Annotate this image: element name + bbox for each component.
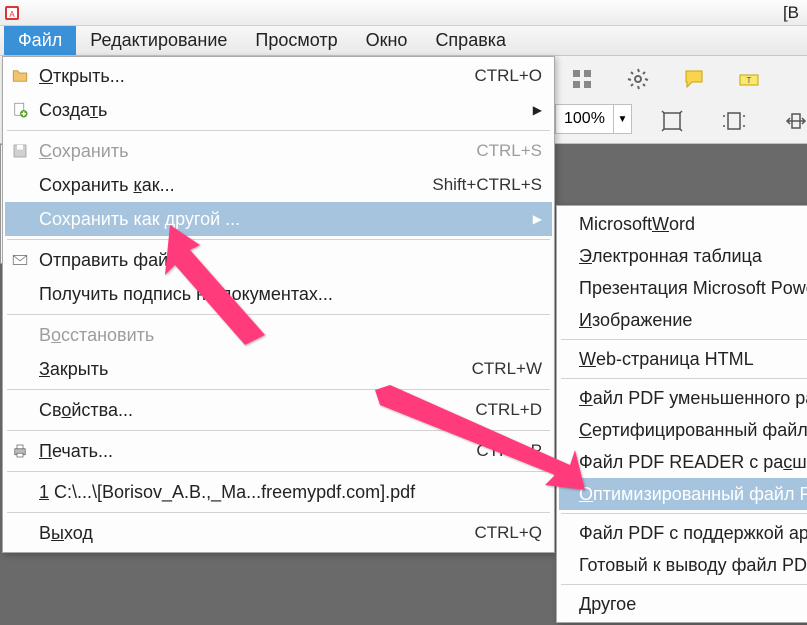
menu-item-label: Выход — [39, 523, 462, 544]
menu-item-label: Печать... — [39, 441, 464, 462]
menu-item[interactable]: Печать... CTRL+P — [5, 434, 552, 468]
menu-edit[interactable]: Редактирование — [76, 26, 241, 55]
menu-item-shortcut: CTRL+S — [476, 141, 542, 161]
menu-item-label: Сохранить — [39, 141, 464, 162]
customize-toolbar-icon[interactable] — [565, 62, 599, 96]
menu-window[interactable]: Окно — [352, 26, 422, 55]
submenu-item[interactable]: Презентация Microsoft PowerPoint — [559, 272, 807, 304]
blank-icon — [9, 324, 31, 346]
zoom-value: 100% — [556, 110, 613, 128]
submenu-arrow-icon: ▶ — [533, 212, 542, 226]
submenu-item[interactable]: Электронная таблица — [559, 240, 807, 272]
select-tool-icon[interactable] — [655, 104, 689, 138]
menu-item-shortcut: CTRL+D — [475, 400, 542, 420]
submenu-item[interactable]: Файл PDF с поддержкой архивации — [559, 517, 807, 549]
folder-icon — [9, 65, 31, 87]
blank-icon — [9, 481, 31, 503]
fit-width-icon[interactable] — [779, 104, 807, 138]
file-menu-dropdown: Открыть...CTRL+OСоздать▶СохранитьCTRL+SС… — [2, 56, 555, 553]
menu-item-label: 1 C:\...\[Borisov_A.B.,_Ma...freemypdf.c… — [39, 482, 542, 503]
submenu-item[interactable]: Файл PDF READER с расширенными возможнос… — [559, 446, 807, 478]
menu-item-label: Закрыть — [39, 359, 460, 380]
menu-item[interactable]: Выход CTRL+Q — [5, 516, 552, 550]
blank-icon — [9, 174, 31, 196]
fit-page-icon[interactable] — [717, 104, 751, 138]
menu-item-label: Открыть... — [39, 66, 462, 87]
print-icon — [9, 440, 31, 462]
menu-item: Сохранить CTRL+S — [5, 134, 552, 168]
menu-item[interactable]: Закрыть CTRL+W — [5, 352, 552, 386]
menu-view[interactable]: Просмотр — [241, 26, 351, 55]
titlebar: A [В — [0, 0, 807, 26]
menu-item-label: Восстановить — [39, 325, 542, 346]
menu-item[interactable]: 1 C:\...\[Borisov_A.B.,_Ma...freemypdf.c… — [5, 475, 552, 509]
menu-item: Восстановить — [5, 318, 552, 352]
save-as-other-submenu: Microsoft WordЭлектронная таблицаПрезент… — [556, 205, 807, 623]
menu-item-shortcut: CTRL+P — [476, 441, 542, 461]
submenu-item[interactable]: Файл PDF уменьшенного размера — [559, 382, 807, 414]
submenu-item[interactable]: Web-страница HTML — [559, 343, 807, 375]
menu-item-label: Сохранить как... — [39, 175, 420, 196]
svg-text:A: A — [9, 10, 15, 19]
menu-item-label: Создать — [39, 100, 525, 121]
menu-item[interactable]: Открыть... CTRL+O — [5, 59, 552, 93]
menu-item-label: Отправить файл... — [39, 250, 542, 271]
menu-file[interactable]: Файл — [4, 26, 76, 55]
submenu-item[interactable]: Изображение — [559, 304, 807, 336]
mail-icon — [9, 249, 31, 271]
zoom-dropdown-icon[interactable]: ▼ — [613, 105, 631, 133]
submenu-item[interactable]: Сертифицированный файл PDF — [559, 414, 807, 446]
menu-item-shortcut: Shift+CTRL+S — [432, 175, 542, 195]
submenu-item[interactable]: Оптимизированный файл PDF — [559, 478, 807, 510]
menu-item-label: Свойства... — [39, 400, 463, 421]
blank-icon — [9, 358, 31, 380]
svg-text:T: T — [747, 76, 752, 85]
menu-item-shortcut: CTRL+O — [474, 66, 542, 86]
blank-icon — [9, 399, 31, 421]
highlight-text-icon[interactable]: T — [733, 62, 767, 96]
menu-item[interactable]: Свойства... CTRL+D — [5, 393, 552, 427]
menu-item-shortcut: CTRL+W — [472, 359, 542, 379]
blank-icon — [9, 283, 31, 305]
menu-item-shortcut: CTRL+Q — [474, 523, 542, 543]
blank-icon — [9, 208, 31, 230]
submenu-arrow-icon: ▶ — [533, 103, 542, 117]
menu-item[interactable]: Создать ▶ — [5, 93, 552, 127]
blank-icon — [9, 522, 31, 544]
menu-help[interactable]: Справка — [421, 26, 520, 55]
window-title: [В — [783, 3, 803, 23]
menubar: Файл Редактирование Просмотр Окно Справк… — [0, 26, 807, 56]
menu-item[interactable]: Сохранить как другой ... ▶ — [5, 202, 552, 236]
pdf-app-icon: A — [4, 5, 20, 21]
submenu-item[interactable]: Готовый к выводу файл PDF — [559, 549, 807, 581]
menu-item-label: Получить подпись на документах... — [39, 284, 542, 305]
menu-item[interactable]: Сохранить как... Shift+CTRL+S — [5, 168, 552, 202]
submenu-item[interactable]: Другое — [559, 588, 807, 620]
new-icon — [9, 99, 31, 121]
gear-icon[interactable] — [621, 62, 655, 96]
menu-item-label: Сохранить как другой ... — [39, 209, 525, 230]
save-icon — [9, 140, 31, 162]
zoom-control[interactable]: 100% ▼ — [555, 104, 632, 134]
menu-item[interactable]: Отправить файл... — [5, 243, 552, 277]
comment-icon[interactable] — [677, 62, 711, 96]
menu-item[interactable]: Получить подпись на документах... — [5, 277, 552, 311]
submenu-item[interactable]: Microsoft Word — [559, 208, 807, 240]
